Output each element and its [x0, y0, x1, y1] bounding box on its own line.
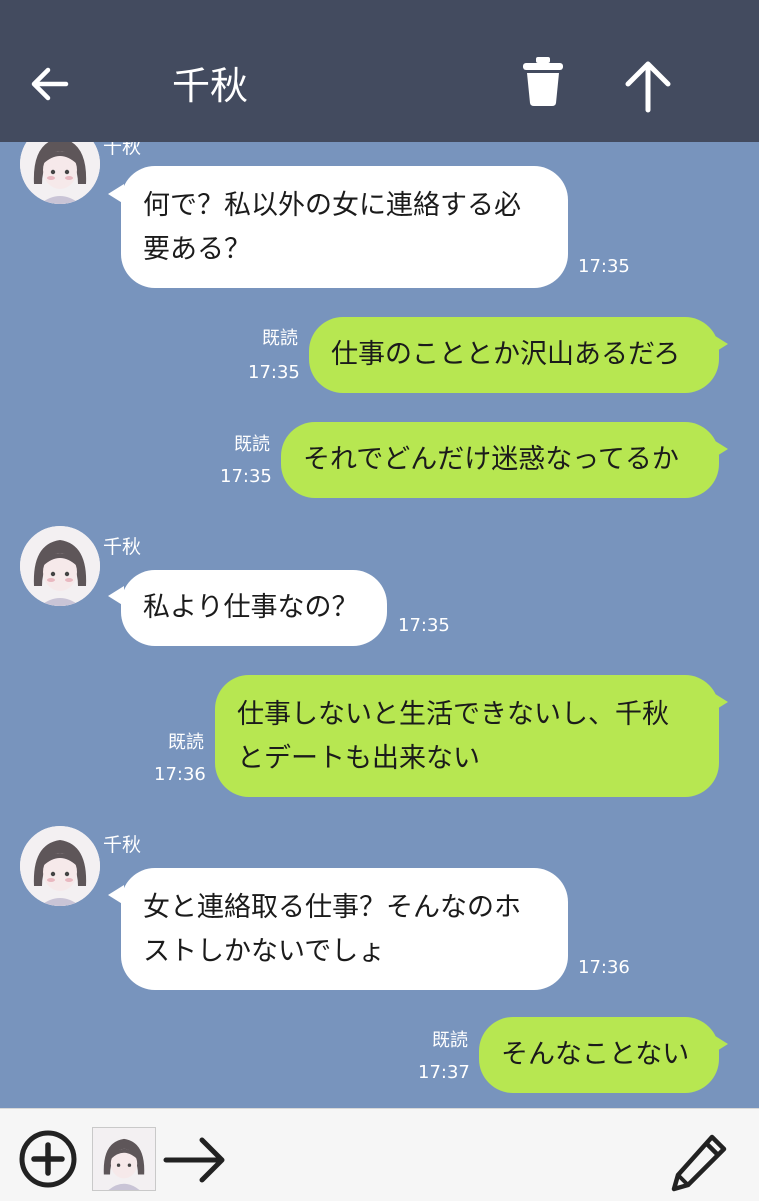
avatar-thumbnail[interactable] — [92, 1127, 156, 1191]
avatar[interactable] — [20, 826, 100, 906]
avatar-image — [93, 1128, 155, 1190]
message-text: 私より仕事なの？ — [143, 592, 359, 623]
message-bubble-outgoing[interactable]: そんなことない — [479, 1017, 719, 1093]
sender-name: 千秋 — [103, 142, 142, 158]
message-bubble-outgoing[interactable]: 仕事しないと生活できないし、千秋 とデートも出来ない — [215, 675, 719, 797]
avatar-image — [20, 142, 100, 204]
message-time: 17:35 — [578, 256, 630, 277]
message-time: 17:36 — [578, 957, 630, 978]
message-bubble-incoming[interactable]: 私より仕事なの？ — [121, 570, 387, 646]
bubble-tail — [712, 439, 728, 459]
up-arrow-icon[interactable] — [620, 58, 676, 114]
chat-header: 千秋 — [0, 0, 759, 142]
input-toolbar — [0, 1108, 759, 1201]
read-receipt: 既読 — [432, 1030, 468, 1051]
trash-icon[interactable] — [520, 55, 566, 107]
read-receipt: 既読 — [234, 434, 270, 455]
message-time: 17:35 — [398, 615, 450, 636]
chat-area[interactable]: 千秋 何で？私以外の女に連絡する必 要ある？ 17:35 既読 17:35 仕事… — [0, 142, 759, 1108]
message-time: 17:35 — [220, 466, 272, 487]
chat-title: 千秋 — [172, 64, 249, 108]
bubble-tail — [712, 692, 728, 712]
bubble-tail — [712, 334, 728, 354]
sender-name: 千秋 — [103, 536, 142, 558]
right-arrow-icon[interactable] — [162, 1135, 228, 1185]
message-time: 17:35 — [248, 362, 300, 383]
avatar[interactable] — [20, 526, 100, 606]
message-text: それでどんだけ迷惑なってるか — [303, 444, 679, 475]
read-receipt: 既読 — [168, 732, 204, 753]
read-receipt: 既読 — [262, 328, 298, 349]
avatar-image — [20, 826, 100, 906]
pencil-icon[interactable] — [668, 1131, 730, 1193]
message-text: 何で？私以外の女に連絡する必 要ある？ — [143, 190, 521, 265]
bubble-tail — [712, 1034, 728, 1054]
avatar-image — [20, 526, 100, 606]
message-time: 17:36 — [154, 764, 206, 785]
plus-circle-icon[interactable] — [18, 1129, 78, 1189]
avatar[interactable] — [20, 142, 100, 204]
message-text: 仕事のこととか沢山あるだろ — [331, 339, 681, 370]
message-bubble-outgoing[interactable]: それでどんだけ迷惑なってるか — [281, 422, 719, 498]
message-time: 17:37 — [418, 1062, 470, 1083]
sender-name: 千秋 — [103, 834, 142, 856]
message-bubble-incoming[interactable]: 女と連絡取る仕事？そんなのホ ストしかないでしょ — [121, 868, 568, 990]
message-bubble-incoming[interactable]: 何で？私以外の女に連絡する必 要ある？ — [121, 166, 568, 288]
message-text: 仕事しないと生活できないし、千秋 とデートも出来ない — [237, 699, 669, 774]
message-bubble-outgoing[interactable]: 仕事のこととか沢山あるだろ — [309, 317, 719, 393]
message-text: 女と連絡取る仕事？そんなのホ ストしかないでしょ — [143, 892, 521, 967]
back-arrow-icon[interactable] — [28, 62, 72, 106]
message-text: そんなことない — [501, 1039, 690, 1070]
